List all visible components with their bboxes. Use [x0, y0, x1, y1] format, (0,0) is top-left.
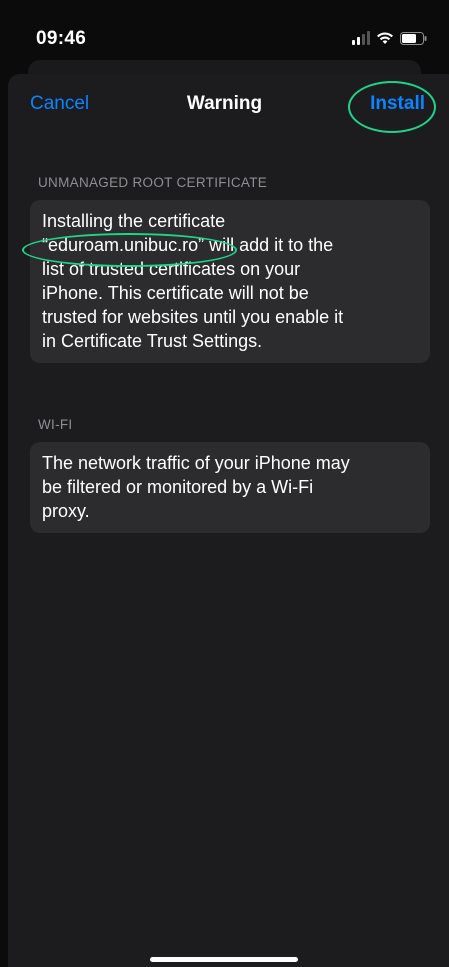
text-line: in Certificate Trust Settings.: [42, 331, 263, 351]
screen: 09:46 Cancel Warning Install UNMANAGED R…: [0, 0, 449, 967]
text-line: iPhone. This certificate will not be: [42, 283, 309, 303]
text-line: trusted for websites until you enable it: [42, 307, 344, 327]
wifi-icon: [376, 31, 394, 45]
section-header-root-certificate: UNMANAGED ROOT CERTIFICATE: [38, 175, 268, 190]
install-annotation-circle: [348, 81, 436, 133]
section-header-wifi: WI-FI: [38, 417, 73, 432]
root-certificate-text: Installing the certificate “eduroam.unib…: [42, 209, 418, 353]
warning-sheet: Cancel Warning Install UNMANAGED ROOT CE…: [8, 74, 449, 967]
cellular-signal-icon: [352, 31, 370, 45]
status-time: 09:46: [36, 28, 87, 49]
text-line: The network traffic of your iPhone may: [42, 453, 350, 473]
wifi-card: The network traffic of your iPhone may b…: [30, 442, 430, 533]
wifi-text: The network traffic of your iPhone may b…: [42, 451, 418, 523]
text-line: proxy.: [42, 501, 90, 521]
domain-annotation-circle: [22, 233, 237, 267]
navigation-bar: Cancel Warning Install: [8, 74, 441, 134]
text-line: Installing the certificate: [42, 211, 226, 231]
battery-icon: [400, 31, 427, 45]
status-icons: [352, 31, 427, 45]
home-indicator[interactable]: [150, 957, 298, 962]
root-certificate-card: Installing the certificate “eduroam.unib…: [30, 200, 430, 363]
text-line: be filtered or monitored by a Wi-Fi: [42, 477, 314, 497]
